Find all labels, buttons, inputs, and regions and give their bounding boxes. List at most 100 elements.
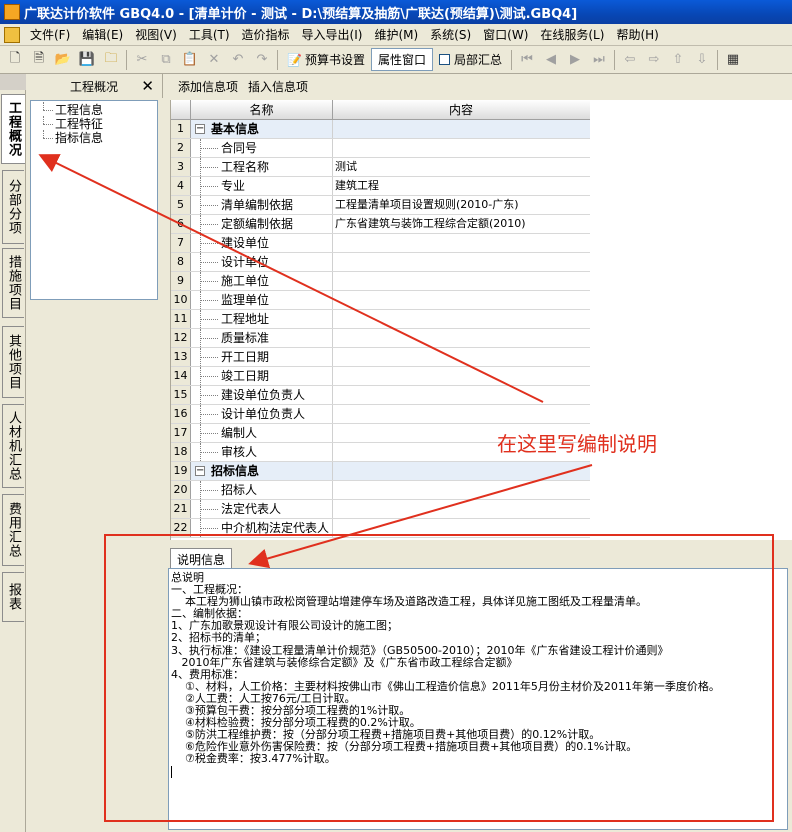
paste-icon[interactable]: 📋 [180, 50, 200, 70]
prev-icon[interactable]: ◀ [541, 50, 561, 70]
new-file-icon[interactable]: 🗋 [5, 50, 25, 70]
tree-item-project-info[interactable]: 工程信息 [41, 102, 157, 117]
content-cell[interactable] [333, 120, 589, 138]
collapse-icon[interactable]: − [195, 466, 205, 476]
name-cell[interactable]: 设计单位负责人 [191, 405, 333, 423]
table-row[interactable]: 8 设计单位 [171, 253, 590, 272]
add-info-item-button[interactable]: 添加信息项 [173, 78, 243, 95]
tab-other-items[interactable]: 其他项目 [2, 326, 24, 398]
name-cell[interactable]: 编制人 [191, 424, 333, 442]
name-cell[interactable]: 竣工日期 [191, 367, 333, 385]
new-template-icon[interactable]: 🗎 [29, 50, 49, 70]
content-cell[interactable] [333, 348, 589, 366]
table-row[interactable]: 4 专业 建筑工程 [171, 177, 590, 196]
table-row[interactable]: 3 工程名称 测试 [171, 158, 590, 177]
content-cell[interactable] [333, 519, 589, 537]
table-row[interactable]: 7 建设单位 [171, 234, 590, 253]
undo-icon[interactable]: ↶ [228, 50, 248, 70]
table-row[interactable]: 22 中介机构法定代表人 [171, 519, 590, 538]
insert-info-item-button[interactable]: 插入信息项 [243, 78, 313, 95]
table-row[interactable]: 13 开工日期 [171, 348, 590, 367]
content-cell[interactable] [333, 234, 589, 252]
menu-maintain[interactable]: 维护(M) [368, 24, 424, 46]
menu-online-service[interactable]: 在线服务(L) [534, 24, 610, 46]
copy-icon[interactable]: ⧉ [156, 50, 176, 70]
content-cell[interactable] [333, 139, 589, 157]
table-row[interactable]: 12 质量标准 [171, 329, 590, 348]
tab-reports[interactable]: 报表 [2, 572, 24, 622]
tree-item-index-info[interactable]: 指标信息 [41, 130, 157, 145]
name-cell[interactable]: 建设单位 [191, 234, 333, 252]
name-cell[interactable]: 监理单位 [191, 291, 333, 309]
last-icon[interactable]: ⏭ [589, 50, 609, 70]
table-row[interactable]: 21 法定代表人 [171, 500, 590, 519]
table-row[interactable]: 6 定额编制依据 广东省建筑与装饰工程综合定额(2010) [171, 215, 590, 234]
cut-icon[interactable]: ✂ [132, 50, 152, 70]
name-cell[interactable]: 开工日期 [191, 348, 333, 366]
group-name-cell[interactable]: − 招标信息 [191, 462, 333, 480]
menu-edit[interactable]: 编辑(E) [76, 24, 129, 46]
tab-measure-items[interactable]: 措施项目 [2, 248, 24, 318]
move-right-icon[interactable]: ⇨ [644, 50, 664, 70]
content-cell[interactable] [333, 272, 589, 290]
delete-icon[interactable]: ✕ [204, 50, 224, 70]
local-summary-checkbox[interactable] [438, 54, 450, 65]
name-cell[interactable]: 招标人 [191, 481, 333, 499]
tab-sub-items[interactable]: 分部分项 [2, 170, 24, 244]
save-all-icon[interactable]: 🗀 [101, 50, 121, 70]
table-row[interactable]: 15 建设单位负责人 [171, 386, 590, 405]
save-icon[interactable]: 💾 [77, 50, 97, 70]
content-cell[interactable]: 广东省建筑与装饰工程综合定额(2010) [333, 215, 589, 233]
name-cell[interactable]: 工程名称 [191, 158, 333, 176]
table-row[interactable]: 1− 基本信息 [171, 120, 590, 139]
close-icon[interactable]: ✕ [141, 77, 154, 95]
menu-cost-index[interactable]: 造价指标 [236, 24, 296, 46]
budget-settings-button[interactable]: 📝 预算书设置 [281, 49, 371, 70]
description-textarea[interactable]: 总说明 一、工程概况： 本工程为狮山镇市政松岗管理站增建停车场及道路改造工程，具体… [168, 568, 788, 830]
name-cell[interactable]: 设计单位 [191, 253, 333, 271]
content-cell[interactable] [333, 329, 589, 347]
menu-help[interactable]: 帮助(H) [610, 24, 664, 46]
content-cell[interactable] [333, 462, 589, 480]
table-row[interactable]: 19− 招标信息 [171, 462, 590, 481]
name-cell[interactable]: 专业 [191, 177, 333, 195]
tab-fee-summary[interactable]: 费用汇总 [2, 494, 24, 566]
local-summary-toggle[interactable]: 局部汇总 [433, 49, 508, 70]
content-cell[interactable] [333, 310, 589, 328]
content-cell[interactable]: 测试 [333, 158, 589, 176]
tab-description-info[interactable]: 说明信息 [170, 548, 233, 570]
tab-labor-material-machine[interactable]: 人材机汇总 [2, 404, 24, 488]
open-folder-icon[interactable]: 📂 [53, 50, 73, 70]
menu-tools[interactable]: 工具(T) [183, 24, 236, 46]
content-cell[interactable]: 建筑工程 [333, 177, 589, 195]
tab-project-overview[interactable]: 工程概况 [1, 94, 25, 164]
content-cell[interactable] [333, 481, 589, 499]
menu-import-export[interactable]: 导入导出(I) [296, 24, 369, 46]
move-down-icon[interactable]: ⇩ [692, 50, 712, 70]
tree-item-project-features[interactable]: 工程特征 [41, 116, 157, 131]
name-cell[interactable]: 工程地址 [191, 310, 333, 328]
content-cell[interactable] [333, 253, 589, 271]
content-cell[interactable] [333, 386, 589, 404]
menu-file[interactable]: 文件(F) [24, 24, 76, 46]
redo-icon[interactable]: ↷ [252, 50, 272, 70]
table-row[interactable]: 14 竣工日期 [171, 367, 590, 386]
name-cell[interactable]: 定额编制依据 [191, 215, 333, 233]
table-row[interactable]: 9 施工单位 [171, 272, 590, 291]
content-cell[interactable] [333, 500, 589, 518]
next-icon[interactable]: ▶ [565, 50, 585, 70]
group-name-cell[interactable]: − 基本信息 [191, 120, 333, 138]
table-row[interactable]: 5 清单编制依据 工程量清单项目设置规则(2010-广东) [171, 196, 590, 215]
name-cell[interactable]: 施工单位 [191, 272, 333, 290]
move-left-icon[interactable]: ⇦ [620, 50, 640, 70]
name-cell[interactable]: 审核人 [191, 443, 333, 461]
table-row[interactable]: 20 招标人 [171, 481, 590, 500]
content-cell[interactable] [333, 367, 589, 385]
name-cell[interactable]: 质量标准 [191, 329, 333, 347]
name-cell[interactable]: 法定代表人 [191, 500, 333, 518]
collapse-icon[interactable]: − [195, 124, 205, 134]
first-icon[interactable]: ⏮ [517, 50, 537, 70]
content-cell[interactable] [333, 291, 589, 309]
move-up-icon[interactable]: ⇧ [668, 50, 688, 70]
menu-view[interactable]: 视图(V) [129, 24, 183, 46]
